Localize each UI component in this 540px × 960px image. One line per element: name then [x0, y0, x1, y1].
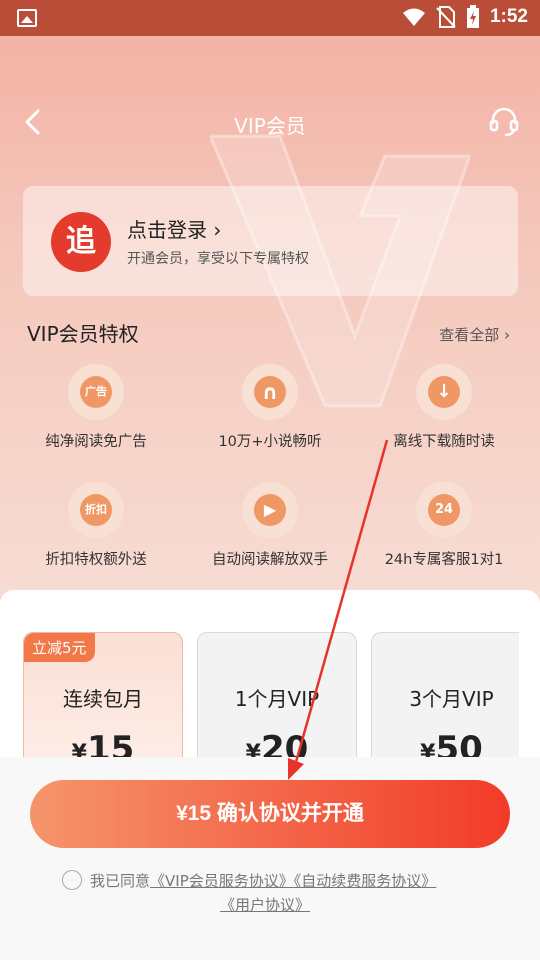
perk-label: 离线下载随时读	[393, 434, 495, 450]
login-title: 点击登录	[127, 218, 207, 242]
perk-label: 纯净阅读免广告	[45, 434, 147, 450]
discount-icon: 折扣	[68, 482, 124, 538]
perk-label: 自动阅读解放双手	[212, 552, 328, 568]
agreement-text: 我已同意《VIP会员服务协议》《自动续费服务协议》	[90, 870, 436, 891]
chevron-right-icon: ›	[504, 326, 510, 344]
perk-no-ads[interactable]: 广告 纯净阅读免广告	[6, 364, 186, 451]
app-logo: 追	[51, 212, 111, 272]
perk-discount[interactable]: 折扣 折扣特权额外送	[6, 482, 186, 569]
privileges-title: VIP会员特权	[27, 322, 139, 346]
perk-audiobooks[interactable]: ∩ 10万+小说畅听	[180, 364, 360, 451]
24h-service-icon: 24	[416, 482, 472, 538]
perk-24h-service[interactable]: 24 24h专属客服1对1	[354, 482, 534, 569]
agreement-prefix: 我已同意	[90, 872, 151, 890]
cloud-download-icon: ↓	[416, 364, 472, 420]
perk-label: 折扣特权额外送	[45, 552, 147, 568]
agree-checkbox[interactable]	[62, 870, 82, 890]
no-sim-icon	[436, 6, 456, 28]
page-title: VIP会员	[234, 114, 306, 138]
confirm-subscribe-button[interactable]: ¥15 确认协议并开通	[30, 780, 510, 848]
view-all-label: 查看全部	[439, 326, 500, 344]
login-card[interactable]: 追 点击登录 › 开通会员，享受以下专属特权	[23, 186, 518, 296]
gallery-notification-icon	[17, 9, 37, 27]
system-icons: 1:52	[402, 5, 528, 29]
status-bar: 1:52	[0, 0, 540, 36]
auto-renew-agreement-link[interactable]: 《自动续费服务协议》	[294, 872, 437, 890]
login-subtitle: 开通会员，享受以下专属特权	[127, 251, 309, 267]
headphones-book-icon: ∩	[242, 364, 298, 420]
customer-service-icon[interactable]	[488, 106, 520, 138]
perk-auto-read[interactable]: ▶ 自动阅读解放双手	[180, 482, 360, 569]
top-nav: VIP会员	[0, 36, 540, 138]
auto-read-book-icon: ▶	[242, 482, 298, 538]
perk-label: 10万+小说畅听	[218, 434, 322, 450]
clock: 1:52	[489, 6, 528, 27]
login-link[interactable]: 点击登录 ›	[127, 214, 221, 243]
perk-offline-download[interactable]: ↓ 离线下载随时读	[354, 364, 534, 451]
vip-service-agreement-link[interactable]: 《VIP会员服务协议》	[150, 872, 294, 890]
battery-charging-icon	[466, 5, 479, 28]
plan-name: 连续包月	[63, 687, 143, 711]
plan-card-3-months[interactable]: 3个月VIP ¥50	[371, 632, 519, 772]
user-agreement-link[interactable]: 《用户协议》	[220, 894, 310, 915]
wifi-icon	[402, 8, 425, 26]
plan-card-monthly-auto[interactable]: 立减5元 连续包月 ¥15	[23, 632, 183, 772]
plan-card-1-month[interactable]: 1个月VIP ¥20	[197, 632, 357, 772]
no-ads-icon: 广告	[68, 364, 124, 420]
plan-name: 1个月VIP	[234, 687, 320, 711]
plan-name: 3个月VIP	[409, 687, 494, 711]
chevron-right-icon: ›	[213, 218, 222, 242]
view-all-link[interactable]: 查看全部 ›	[439, 324, 510, 345]
perk-label: 24h专属客服1对1	[384, 552, 504, 568]
discount-badge: 立减5元	[24, 633, 95, 662]
